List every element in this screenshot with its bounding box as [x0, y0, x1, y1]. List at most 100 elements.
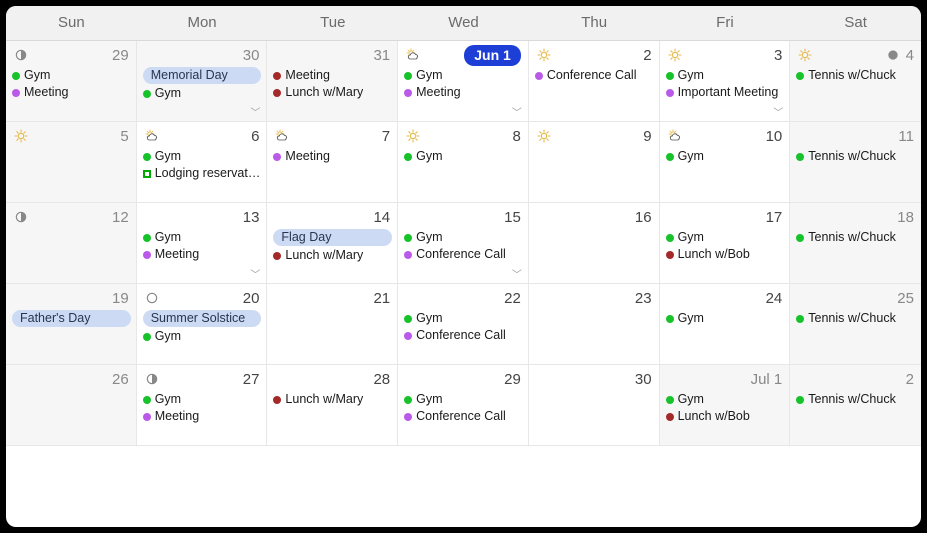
- calendar-event[interactable]: Tennis w/Chuck: [796, 67, 916, 84]
- calendar-event[interactable]: Lodging reservation: [143, 165, 262, 182]
- day-cell[interactable]: 17GymLunch w/Bob: [660, 203, 791, 284]
- calendar-event[interactable]: Gym: [143, 391, 262, 408]
- calendar-event[interactable]: Gym: [666, 310, 785, 327]
- event-color-dot: [143, 153, 151, 161]
- calendar-event[interactable]: Meeting: [12, 84, 131, 101]
- day-cell[interactable]: 13GymMeeting﹀: [137, 203, 268, 284]
- more-events-indicator[interactable]: ﹀: [512, 271, 522, 281]
- calendar-event[interactable]: Lunch w/Bob: [666, 246, 785, 263]
- day-cell[interactable]: 18Tennis w/Chuck: [790, 203, 921, 284]
- day-cell[interactable]: 24Gym: [660, 284, 791, 365]
- day-cell[interactable]: 29 GymConference Call: [398, 365, 529, 446]
- calendar-event[interactable]: Tennis w/Chuck: [796, 310, 916, 327]
- calendar-event[interactable]: Meeting: [404, 84, 523, 101]
- day-cell[interactable]: 22GymConference Call: [398, 284, 529, 365]
- date-number: 11: [898, 128, 914, 145]
- calendar-event[interactable]: Meeting: [143, 408, 262, 425]
- day-cell[interactable]: 5: [6, 122, 137, 203]
- calendar-event[interactable]: Gym: [143, 328, 262, 345]
- calendar-event[interactable]: Gym: [404, 310, 523, 327]
- calendar-event[interactable]: Conference Call: [404, 327, 523, 344]
- calendar-event[interactable]: Gym: [12, 67, 131, 84]
- day-cell[interactable]: 16: [529, 203, 660, 284]
- more-events-indicator[interactable]: ﹀: [773, 109, 783, 119]
- calendar-event[interactable]: Gym: [404, 67, 523, 84]
- day-cell[interactable]: 2Conference Call: [529, 41, 660, 122]
- calendar-event[interactable]: Gym: [404, 148, 523, 165]
- day-cell[interactable]: 30: [529, 365, 660, 446]
- event-title: Gym: [678, 67, 704, 84]
- all-day-event[interactable]: Flag Day: [273, 229, 392, 246]
- calendar-event[interactable]: Lunch w/Mary: [273, 247, 392, 264]
- event-color-dot: [404, 89, 412, 97]
- calendar-event[interactable]: Lunch w/Bob: [666, 408, 785, 425]
- event-title: Meeting: [416, 84, 460, 101]
- more-events-indicator[interactable]: ﹀: [250, 109, 260, 119]
- event-title: Gym: [416, 229, 442, 246]
- calendar-event[interactable]: Gym: [666, 148, 785, 165]
- day-cell[interactable]: 27GymMeeting: [137, 365, 268, 446]
- day-cell[interactable]: 11 Tennis w/Chuck: [790, 122, 921, 203]
- day-cell[interactable]: 23: [529, 284, 660, 365]
- day-cell[interactable]: 19Father's Day: [6, 284, 137, 365]
- day-cell[interactable]: 7 Meeting: [267, 122, 398, 203]
- more-events-indicator[interactable]: ﹀: [250, 271, 260, 281]
- calendar-event[interactable]: Meeting: [143, 246, 262, 263]
- day-cell[interactable]: 30Memorial DayGym﹀: [137, 41, 268, 122]
- calendar-event[interactable]: Lunch w/Mary: [273, 391, 392, 408]
- all-day-event[interactable]: Memorial Day: [143, 67, 262, 84]
- date-number: 30: [635, 371, 652, 388]
- day-cell[interactable]: 14Flag DayLunch w/Mary: [267, 203, 398, 284]
- day-cell[interactable]: 3GymImportant Meeting﹀: [660, 41, 791, 122]
- weather-icon: [273, 127, 291, 145]
- weekday-label: Sun: [6, 6, 137, 40]
- day-cell[interactable]: 26: [6, 365, 137, 446]
- day-cell[interactable]: 25Tennis w/Chuck: [790, 284, 921, 365]
- day-cell[interactable]: 31MeetingLunch w/Mary: [267, 41, 398, 122]
- day-cell[interactable]: 8Gym: [398, 122, 529, 203]
- more-events-indicator[interactable]: ﹀: [512, 109, 522, 119]
- all-day-event[interactable]: Summer Solstice: [143, 310, 262, 327]
- calendar-event[interactable]: Tennis w/Chuck: [796, 229, 916, 246]
- day-cell[interactable]: 12: [6, 203, 137, 284]
- calendar-event[interactable]: Gym: [666, 229, 785, 246]
- calendar-event[interactable]: Important Meeting: [666, 84, 785, 101]
- calendar-event[interactable]: Gym: [143, 148, 262, 165]
- event-color-dot: [273, 396, 281, 404]
- day-cell[interactable]: 29GymMeeting: [6, 41, 137, 122]
- calendar-event[interactable]: Gym: [404, 229, 523, 246]
- date-number: 29: [504, 371, 521, 388]
- calendar-event[interactable]: Conference Call: [404, 246, 523, 263]
- event-title: Conference Call: [547, 67, 637, 84]
- calendar-event[interactable]: Lunch w/Mary: [273, 84, 392, 101]
- calendar-event[interactable]: Gym: [666, 67, 785, 84]
- date-number: 7: [382, 128, 390, 145]
- calendar-event[interactable]: Tennis w/Chuck: [796, 148, 916, 165]
- day-cell[interactable]: 20Summer SolsticeGym: [137, 284, 268, 365]
- day-cell[interactable]: Jul 1GymLunch w/Bob: [660, 365, 791, 446]
- calendar-event[interactable]: Conference Call: [535, 67, 654, 84]
- day-cell[interactable]: 6GymLodging reservation: [137, 122, 268, 203]
- event-title: Gym: [416, 391, 442, 408]
- calendar-event[interactable]: Gym: [143, 85, 262, 102]
- calendar-event[interactable]: Meeting: [273, 148, 392, 165]
- calendar-event[interactable]: Gym: [666, 391, 785, 408]
- day-cell[interactable]: 4Tennis w/Chuck: [790, 41, 921, 122]
- day-cell[interactable]: Jun 1GymMeeting﹀: [398, 41, 529, 122]
- day-cell[interactable]: 10Gym: [660, 122, 791, 203]
- moon-phase-icon: [143, 370, 161, 388]
- day-cell[interactable]: 15GymConference Call﹀: [398, 203, 529, 284]
- day-cell[interactable]: 21: [267, 284, 398, 365]
- event-color-dot: [404, 315, 412, 323]
- day-cell[interactable]: 2Tennis w/Chuck: [790, 365, 921, 446]
- calendar-event[interactable]: Meeting: [273, 67, 392, 84]
- day-cell[interactable]: 9: [529, 122, 660, 203]
- event-title: Lunch w/Mary: [285, 391, 363, 408]
- calendar-event[interactable]: Conference Call: [404, 408, 523, 425]
- calendar-event[interactable]: Tennis w/Chuck: [796, 391, 916, 408]
- moon-phase-icon: [143, 289, 161, 307]
- calendar-event[interactable]: Gym: [404, 391, 523, 408]
- calendar-event[interactable]: Gym: [143, 229, 262, 246]
- day-cell[interactable]: 28Lunch w/Mary: [267, 365, 398, 446]
- all-day-event[interactable]: Father's Day: [12, 310, 131, 327]
